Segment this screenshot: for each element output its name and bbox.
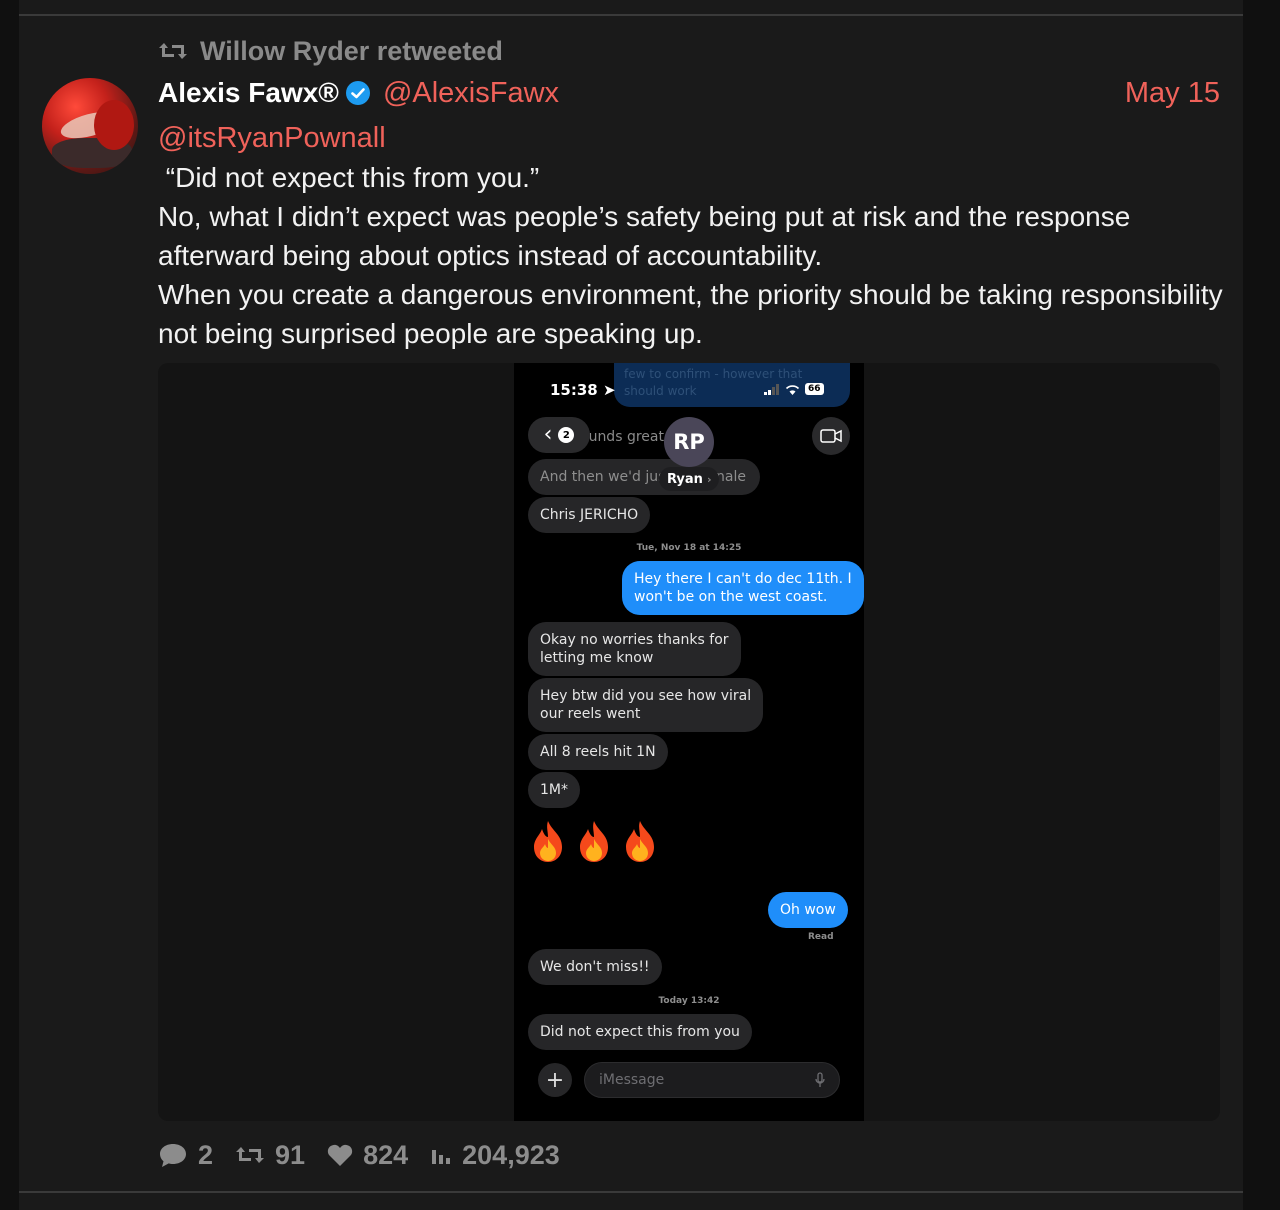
imessage-input[interactable]: iMessage bbox=[584, 1062, 840, 1098]
top-divider bbox=[19, 14, 1243, 16]
reply-mention-link[interactable]: @itsRyanPownall bbox=[158, 120, 386, 156]
received-message: 1M* bbox=[528, 772, 580, 808]
battery-indicator: 66 bbox=[805, 383, 824, 395]
author-avatar[interactable] bbox=[42, 78, 138, 174]
facetime-video-button[interactable] bbox=[812, 417, 850, 455]
received-message: Okay no worries thanks for letting me kn… bbox=[528, 622, 741, 676]
status-icons: 66 bbox=[764, 383, 824, 395]
author-handle[interactable]: @AlexisFawx bbox=[383, 77, 559, 110]
received-message: Chris JERICHO bbox=[528, 497, 651, 533]
contact-name[interactable]: Ryan › bbox=[659, 467, 720, 491]
plus-icon: + bbox=[545, 1067, 565, 1093]
received-message: Hey btw did you see how viral our reels … bbox=[528, 678, 764, 732]
imessage-screenshot: few to confirm - however that should wor… bbox=[514, 363, 864, 1121]
retweeted-by-label: Willow Ryder retweeted bbox=[200, 35, 503, 66]
location-arrow-icon: ➤ bbox=[602, 381, 616, 399]
signal-icon bbox=[764, 383, 779, 395]
tweet-body-line: When you create a dangerous environment,… bbox=[158, 279, 1223, 349]
tweet-body-line: “Did not expect this from you.” bbox=[158, 162, 540, 193]
status-time: 15:38 ➤ bbox=[550, 381, 616, 399]
like-count: 824 bbox=[363, 1139, 409, 1170]
author-row: Alexis Fawx® @AlexisFawx bbox=[158, 75, 559, 111]
video-camera-icon bbox=[820, 429, 842, 443]
retweet-icon bbox=[236, 1147, 265, 1163]
view-count: 204,923 bbox=[462, 1139, 560, 1170]
heart-icon bbox=[327, 1144, 353, 1166]
retweet-count: 91 bbox=[275, 1139, 306, 1170]
add-attachment-button[interactable]: + bbox=[538, 1063, 572, 1097]
fire-emoji-icon bbox=[534, 821, 562, 862]
faded-message: And then we'd jus nale bbox=[528, 459, 760, 495]
tweet-body: “Did not expect this from you.” No, what… bbox=[158, 158, 1228, 353]
retweet-banner[interactable]: Willow Ryder retweeted bbox=[158, 34, 503, 68]
wifi-icon bbox=[785, 384, 800, 395]
tweet-actions: 2 91 824 204,923 bbox=[158, 1136, 582, 1174]
timestamp: Today 13:42 bbox=[658, 996, 720, 1006]
retweet-icon bbox=[159, 43, 187, 59]
imessage-placeholder: iMessage bbox=[599, 1072, 665, 1088]
fire-emoji-icon bbox=[580, 821, 608, 862]
read-receipt: Read bbox=[808, 932, 834, 942]
fire-emoji-row bbox=[530, 819, 658, 863]
views-button[interactable]: 204,923 bbox=[430, 1140, 560, 1171]
like-button[interactable]: 824 bbox=[327, 1140, 408, 1171]
unread-count-badge: 2 bbox=[558, 427, 575, 443]
microphone-icon[interactable] bbox=[815, 1072, 825, 1088]
fire-emoji-icon bbox=[626, 821, 654, 862]
retweet-button[interactable]: 91 bbox=[235, 1140, 305, 1171]
received-message: Did not expect this from you bbox=[528, 1014, 752, 1050]
sent-message: Hey there I can't do dec 11th. I won't b… bbox=[622, 561, 864, 615]
tweet-date[interactable]: May 15 bbox=[1125, 75, 1220, 111]
tweet-body-line: No, what I didn’t expect was people’s sa… bbox=[158, 201, 1131, 271]
verified-badge-icon bbox=[345, 81, 370, 105]
received-message: We don't miss!! bbox=[528, 949, 662, 985]
contact-avatar[interactable]: RP bbox=[664, 417, 714, 467]
reply-count: 2 bbox=[198, 1139, 214, 1170]
chevron-right-icon: › bbox=[706, 472, 712, 486]
author-name[interactable]: Alexis Fawx® bbox=[158, 77, 339, 109]
back-button[interactable]: ‹ 2 bbox=[528, 417, 590, 453]
bottom-divider bbox=[19, 1191, 1243, 1193]
sent-message: Oh wow bbox=[768, 892, 848, 928]
chevron-left-icon: ‹ bbox=[543, 422, 553, 447]
timestamp: Tue, Nov 18 at 14:25 bbox=[636, 543, 742, 553]
comment-icon bbox=[160, 1144, 186, 1167]
received-message: All 8 reels hit 1N bbox=[528, 734, 668, 770]
reply-button[interactable]: 2 bbox=[158, 1140, 213, 1171]
views-chart-icon bbox=[432, 1150, 451, 1164]
